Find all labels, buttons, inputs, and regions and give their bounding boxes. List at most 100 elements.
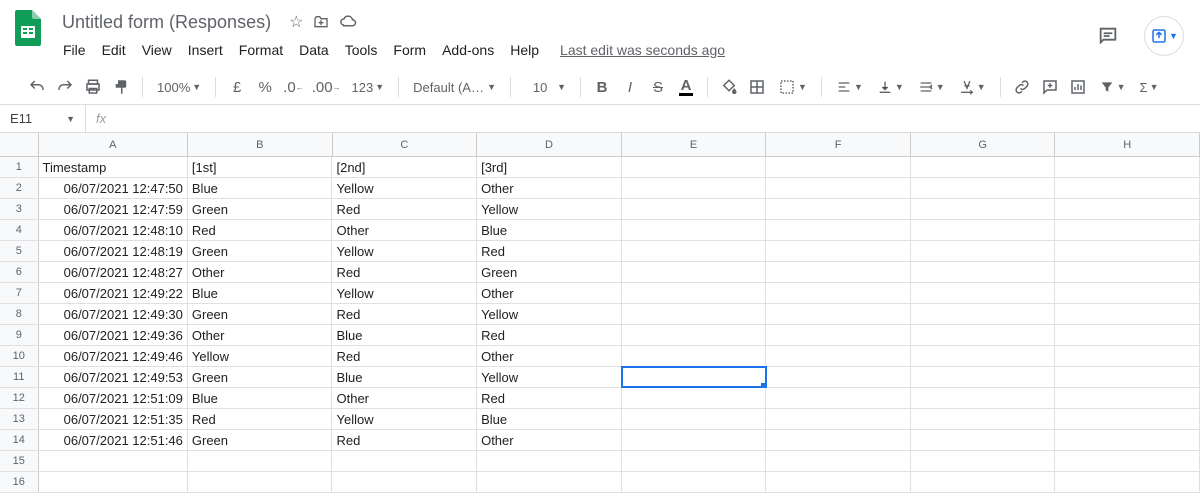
cell-G14[interactable]	[911, 430, 1056, 450]
menu-insert[interactable]: Insert	[181, 38, 230, 62]
increase-decimal-button[interactable]: .00→	[309, 74, 344, 100]
cell-C8[interactable]: Red	[332, 304, 477, 324]
vertical-align-button[interactable]: ▼	[871, 74, 910, 100]
cell-C13[interactable]: Yellow	[332, 409, 477, 429]
menu-edit[interactable]: Edit	[95, 38, 133, 62]
merge-cells-button[interactable]: ▼	[772, 74, 813, 100]
cell-F4[interactable]	[766, 220, 911, 240]
spreadsheet-grid[interactable]: ABCDEFGH1Timestamp[1st][2nd][3rd]206/07/…	[0, 133, 1200, 493]
cell-H12[interactable]	[1055, 388, 1200, 408]
menu-view[interactable]: View	[135, 38, 179, 62]
cell-A1[interactable]: Timestamp	[39, 157, 188, 177]
cell-B14[interactable]: Green	[188, 430, 333, 450]
cell-D5[interactable]: Red	[477, 241, 622, 261]
row-header-13[interactable]: 13	[0, 409, 39, 429]
cell-H3[interactable]	[1055, 199, 1200, 219]
cell-D1[interactable]: [3rd]	[477, 157, 622, 177]
cell-G12[interactable]	[911, 388, 1056, 408]
row-header-3[interactable]: 3	[0, 199, 39, 219]
row-header-15[interactable]: 15	[0, 451, 39, 471]
cell-E7[interactable]	[622, 283, 767, 303]
cell-E3[interactable]	[622, 199, 767, 219]
cell-G5[interactable]	[911, 241, 1056, 261]
col-header-A[interactable]: A	[39, 133, 188, 156]
cell-B9[interactable]: Other	[188, 325, 333, 345]
insert-chart-button[interactable]	[1065, 74, 1091, 100]
cell-H11[interactable]	[1055, 367, 1200, 387]
cell-E15[interactable]	[622, 451, 767, 471]
cell-C7[interactable]: Yellow	[332, 283, 477, 303]
select-all-corner[interactable]	[0, 133, 39, 156]
currency-button[interactable]: £	[224, 74, 250, 100]
cell-B3[interactable]: Green	[188, 199, 333, 219]
row-header-14[interactable]: 14	[0, 430, 39, 450]
cell-F1[interactable]	[766, 157, 911, 177]
cell-B13[interactable]: Red	[188, 409, 333, 429]
cell-E16[interactable]	[622, 472, 767, 492]
cell-D12[interactable]: Red	[477, 388, 622, 408]
cell-G11[interactable]	[911, 367, 1056, 387]
cell-F9[interactable]	[766, 325, 911, 345]
cell-B11[interactable]: Green	[188, 367, 333, 387]
cell-G1[interactable]	[911, 157, 1056, 177]
cell-B10[interactable]: Yellow	[188, 346, 333, 366]
horizontal-align-button[interactable]: ▼	[830, 74, 869, 100]
cell-D2[interactable]: Other	[477, 178, 622, 198]
cell-B8[interactable]: Green	[188, 304, 333, 324]
cell-F7[interactable]	[766, 283, 911, 303]
cell-B16[interactable]	[188, 472, 333, 492]
cell-H1[interactable]	[1055, 157, 1200, 177]
col-header-B[interactable]: B	[188, 133, 333, 156]
zoom-dropdown[interactable]: 100%▼	[151, 74, 207, 100]
cell-G3[interactable]	[911, 199, 1056, 219]
cell-C1[interactable]: [2nd]	[332, 157, 477, 177]
cell-H8[interactable]	[1055, 304, 1200, 324]
col-header-H[interactable]: H	[1055, 133, 1200, 156]
cell-G6[interactable]	[911, 262, 1056, 282]
italic-button[interactable]: I	[617, 74, 643, 100]
borders-button[interactable]	[744, 74, 770, 100]
row-header-9[interactable]: 9	[0, 325, 39, 345]
cell-A2[interactable]: 06/07/2021 12:47:50	[39, 178, 188, 198]
cell-A12[interactable]: 06/07/2021 12:51:09	[39, 388, 188, 408]
cell-A3[interactable]: 06/07/2021 12:47:59	[39, 199, 188, 219]
cell-B4[interactable]: Red	[188, 220, 333, 240]
cell-B15[interactable]	[188, 451, 333, 471]
row-header-2[interactable]: 2	[0, 178, 39, 198]
col-header-F[interactable]: F	[766, 133, 911, 156]
cell-H16[interactable]	[1055, 472, 1200, 492]
cell-C3[interactable]: Red	[332, 199, 477, 219]
formula-input[interactable]	[116, 105, 1200, 132]
text-color-button[interactable]: A	[673, 74, 699, 100]
cell-F2[interactable]	[766, 178, 911, 198]
cell-F12[interactable]	[766, 388, 911, 408]
cell-D10[interactable]: Other	[477, 346, 622, 366]
cell-F5[interactable]	[766, 241, 911, 261]
cell-E10[interactable]	[622, 346, 767, 366]
cell-H7[interactable]	[1055, 283, 1200, 303]
cell-F13[interactable]	[766, 409, 911, 429]
row-header-4[interactable]: 4	[0, 220, 39, 240]
cell-A14[interactable]: 06/07/2021 12:51:46	[39, 430, 188, 450]
cell-E4[interactable]	[622, 220, 767, 240]
col-header-C[interactable]: C	[333, 133, 478, 156]
cell-A4[interactable]: 06/07/2021 12:48:10	[39, 220, 188, 240]
cell-D14[interactable]: Other	[477, 430, 622, 450]
row-header-7[interactable]: 7	[0, 283, 39, 303]
cell-F15[interactable]	[766, 451, 911, 471]
cell-G7[interactable]	[911, 283, 1056, 303]
move-icon[interactable]	[313, 14, 329, 30]
cell-D8[interactable]: Yellow	[477, 304, 622, 324]
cell-A7[interactable]: 06/07/2021 12:49:22	[39, 283, 188, 303]
cell-E11[interactable]	[622, 367, 767, 387]
cell-H14[interactable]	[1055, 430, 1200, 450]
cell-A10[interactable]: 06/07/2021 12:49:46	[39, 346, 188, 366]
col-header-E[interactable]: E	[622, 133, 767, 156]
cell-D7[interactable]: Other	[477, 283, 622, 303]
cell-H10[interactable]	[1055, 346, 1200, 366]
cell-B5[interactable]: Green	[188, 241, 333, 261]
cell-D11[interactable]: Yellow	[477, 367, 622, 387]
cell-A8[interactable]: 06/07/2021 12:49:30	[39, 304, 188, 324]
menu-tools[interactable]: Tools	[338, 38, 385, 62]
undo-button[interactable]	[24, 74, 50, 100]
